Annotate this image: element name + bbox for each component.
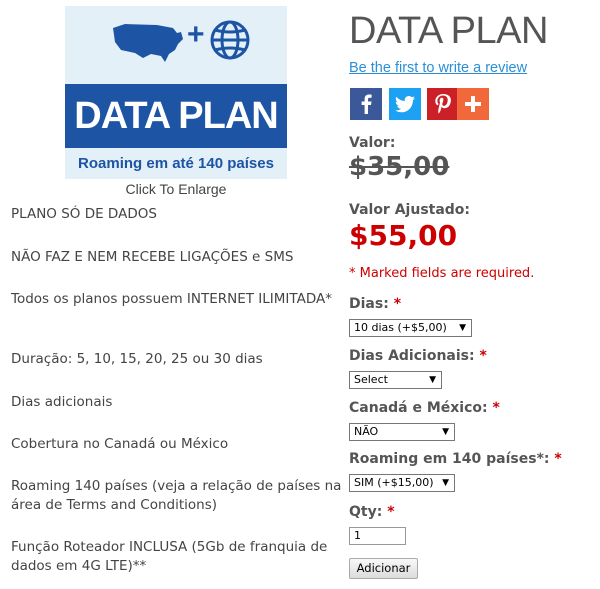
qty-input[interactable]: 1 (349, 527, 406, 545)
required-mark: * (554, 451, 562, 467)
canada-mexico-label: Canadá e México: * (349, 400, 500, 416)
required-mark: * (387, 504, 395, 520)
dias-adicionais-select-value: Select (354, 373, 388, 386)
dias-adicionais-select[interactable]: Select ▼ (349, 371, 442, 389)
roaming-select-value: SIM (+$15,00) (354, 476, 434, 489)
product-image[interactable]: + DATA PLAN Roaming em até 140 países (65, 6, 287, 179)
plus-share-icon (465, 96, 481, 112)
adjusted-price: $55,00 (349, 219, 458, 252)
required-fields-note: * Marked fields are required. (349, 266, 535, 281)
chevron-down-icon: ▼ (442, 478, 449, 488)
description-line: Cobertura no Canadá ou México (11, 436, 229, 452)
canada-mexico-select-value: NÃO (354, 425, 379, 438)
canada-mexico-select[interactable]: NÃO ▼ (349, 423, 455, 441)
old-price: $35,00 (349, 152, 450, 182)
pinterest-share-button[interactable] (427, 88, 459, 120)
chevron-down-icon: ▼ (459, 323, 466, 333)
dias-select[interactable]: 10 dias (+$5,00) ▼ (349, 319, 472, 337)
roaming-select[interactable]: SIM (+$15,00) ▼ (349, 474, 455, 492)
twitter-icon (395, 95, 415, 112)
description-line: Todos os planos possuem INTERNET ILIMITA… (11, 291, 332, 307)
globe-icon (210, 20, 250, 60)
description-line: Função Roteador INCLUSA (5Gb de franquia… (11, 539, 328, 574)
roaming-label: Roaming em 140 países*: * (349, 451, 562, 467)
plus-symbol: + (187, 18, 205, 51)
pinterest-icon (435, 94, 451, 114)
price-label: Valor: (349, 135, 396, 151)
facebook-icon (361, 94, 372, 114)
chevron-down-icon: ▼ (429, 375, 436, 385)
twitter-share-button[interactable] (389, 88, 421, 120)
description-line: Roaming 140 países (veja a relação de pa… (11, 478, 342, 513)
dias-select-value: 10 dias (+$5,00) (354, 321, 447, 334)
chevron-down-icon: ▼ (442, 427, 449, 437)
usa-map-icon (113, 24, 183, 62)
adjusted-price-label: Valor Ajustado: (349, 202, 471, 218)
product-title: DATA PLAN (349, 10, 548, 52)
facebook-share-button[interactable] (350, 88, 382, 120)
banner-title: DATA PLAN (65, 84, 287, 148)
description-line: PLANO SÓ DE DADOS (11, 206, 157, 222)
description-line: Dias adicionais (11, 394, 113, 410)
add-to-cart-button[interactable]: Adicionar (349, 558, 418, 579)
description-line: NÃO FAZ E NEM RECEBE LIGAÇÕES e SMS (11, 249, 294, 265)
write-review-link[interactable]: Be the first to write a review (349, 60, 527, 76)
image-icons-area: + (65, 6, 287, 84)
description-line: Duração: 5, 10, 15, 20, 25 ou 30 dias (11, 351, 263, 367)
banner-subtitle: Roaming em até 140 países (78, 155, 274, 172)
required-mark: * (479, 348, 487, 364)
qty-label: Qty: * (349, 504, 395, 520)
required-mark: * (393, 296, 402, 312)
click-to-enlarge-link[interactable]: Click To Enlarge (65, 181, 287, 197)
more-share-button[interactable] (457, 88, 489, 120)
dias-adicionais-label: Dias Adicionais: * (349, 348, 487, 364)
required-mark: * (492, 400, 500, 416)
dias-label: Dias: * (349, 296, 402, 312)
